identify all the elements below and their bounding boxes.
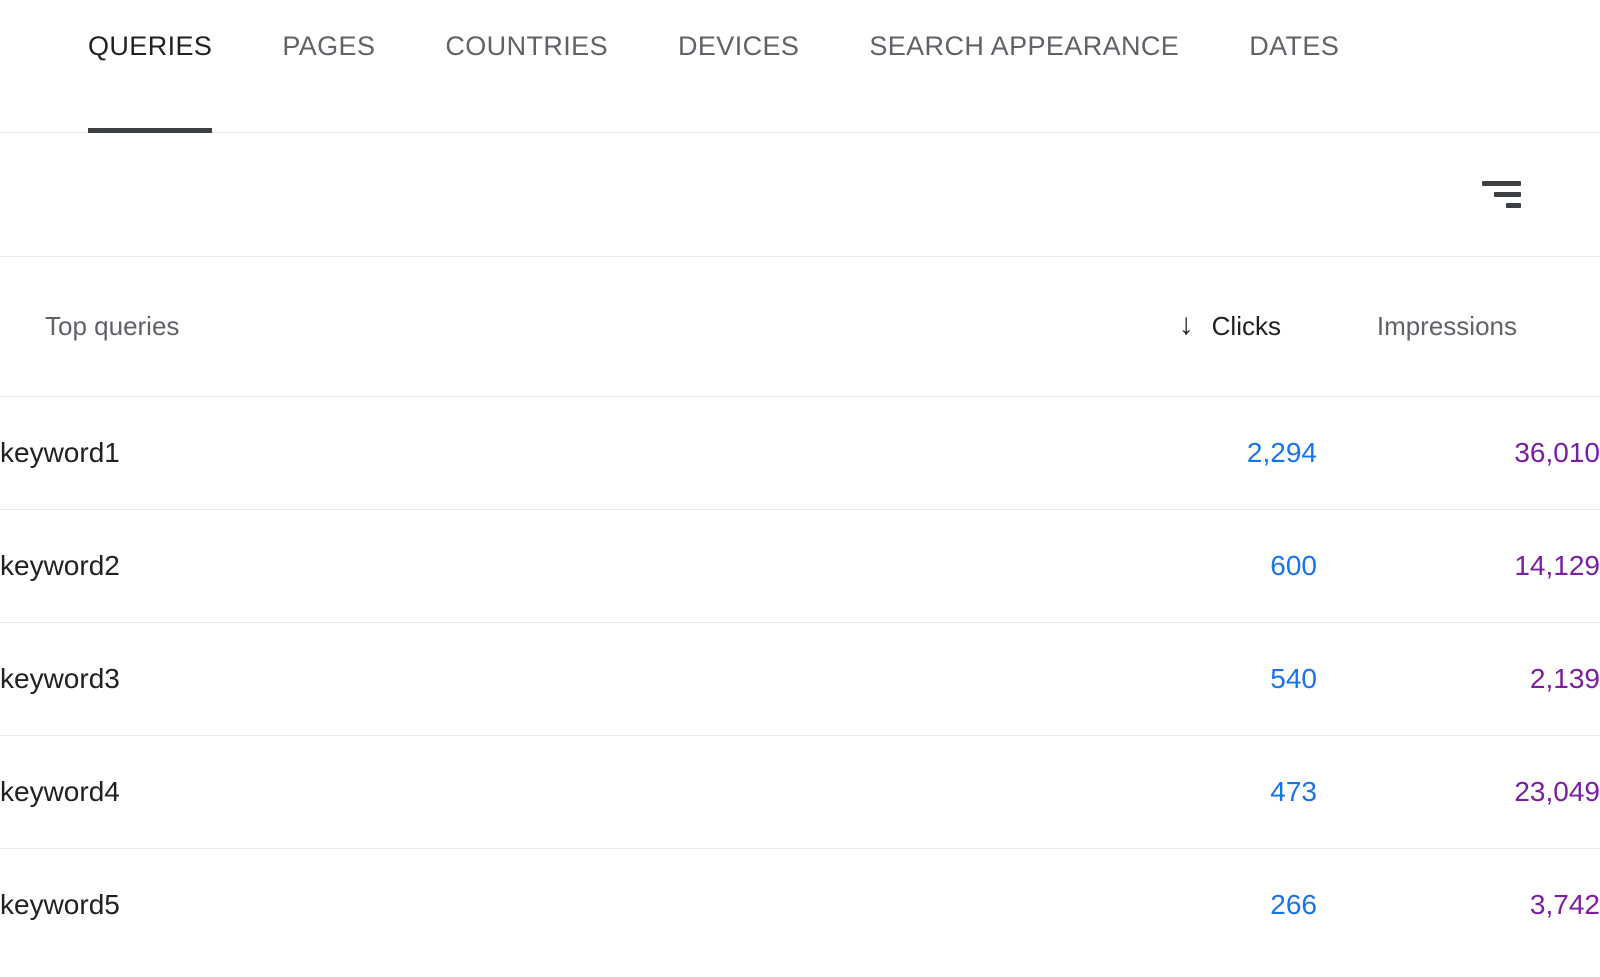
cell-clicks: 540 xyxy=(1045,622,1317,736)
column-header-clicks[interactable]: ↓ Clicks xyxy=(1045,257,1317,397)
filter-icon-bar-bottom xyxy=(1506,203,1521,208)
cell-query: keyword3 xyxy=(0,622,1045,736)
cell-query: keyword5 xyxy=(0,888,120,920)
cell-query: keyword2 xyxy=(0,509,1045,623)
table-row[interactable]: keyword1 2,294 36,010 xyxy=(0,396,1600,510)
performance-table: Top queries ↓ Clicks Impressions keyword… xyxy=(0,257,1600,961)
table-row[interactable]: keyword4 473 23,049 xyxy=(0,735,1600,849)
filter-icon[interactable] xyxy=(1473,171,1521,219)
cell-impressions: 3,742 xyxy=(1529,888,1600,920)
tab-dates[interactable]: DATES xyxy=(1249,0,1339,133)
column-header-top-queries-label: Top queries xyxy=(45,311,180,342)
cell-clicks: 473 xyxy=(1045,735,1317,849)
tab-queries[interactable]: QUERIES xyxy=(88,0,213,133)
table-row[interactable]: keyword5 266 3,742 xyxy=(0,848,1600,961)
column-header-impressions[interactable]: Impressions xyxy=(1317,257,1600,397)
filter-toolbar xyxy=(0,133,1600,257)
tab-search-appearance-label: SEARCH APPEARANCE xyxy=(869,31,1180,61)
tab-queries-label: QUERIES xyxy=(88,31,213,61)
table-body: keyword1 2,294 36,010 keyword2 600 14,12… xyxy=(0,396,1600,961)
cell-impressions: 36,010 xyxy=(1317,396,1600,510)
cell-impressions: 23,049 xyxy=(1317,735,1600,849)
cell-clicks: 600 xyxy=(1045,509,1317,623)
cell-clicks: 266 xyxy=(1270,888,1317,920)
column-header-top-queries[interactable]: Top queries xyxy=(0,257,1045,397)
column-header-clicks-label: Clicks xyxy=(1211,311,1281,342)
table-header: Top queries ↓ Clicks Impressions xyxy=(0,257,1600,397)
cell-impressions: 2,139 xyxy=(1317,622,1600,736)
tab-pages[interactable]: PAGES xyxy=(282,0,375,133)
cell-impressions: 14,129 xyxy=(1317,509,1600,623)
filter-icon-bar-middle xyxy=(1494,192,1521,197)
cell-query: keyword4 xyxy=(0,735,1045,849)
table-header-row: Top queries ↓ Clicks Impressions xyxy=(0,257,1600,397)
tab-pages-label: PAGES xyxy=(282,31,376,61)
cell-clicks: 2,294 xyxy=(1045,396,1317,510)
dimension-tab-bar: QUERIES PAGES COUNTRIES DEVICES SEARCH A… xyxy=(0,0,1600,133)
table-row[interactable]: keyword2 600 14,129 xyxy=(0,509,1600,623)
column-header-impressions-label: Impressions xyxy=(1376,311,1517,342)
search-performance-panel: QUERIES PAGES COUNTRIES DEVICES SEARCH A… xyxy=(0,0,1600,977)
table-row[interactable]: keyword3 540 2,139 xyxy=(0,622,1600,736)
tab-countries-label: COUNTRIES xyxy=(445,31,608,61)
filter-icon-bar-top xyxy=(1482,181,1521,186)
sort-descending-arrow-icon: ↓ xyxy=(1178,308,1194,342)
tab-dates-label: DATES xyxy=(1249,31,1340,61)
tab-devices[interactable]: DEVICES xyxy=(678,0,799,133)
tab-countries[interactable]: COUNTRIES xyxy=(445,0,608,133)
tab-search-appearance[interactable]: SEARCH APPEARANCE xyxy=(869,0,1179,133)
tab-devices-label: DEVICES xyxy=(677,31,800,61)
cell-query: keyword1 xyxy=(0,396,1045,510)
